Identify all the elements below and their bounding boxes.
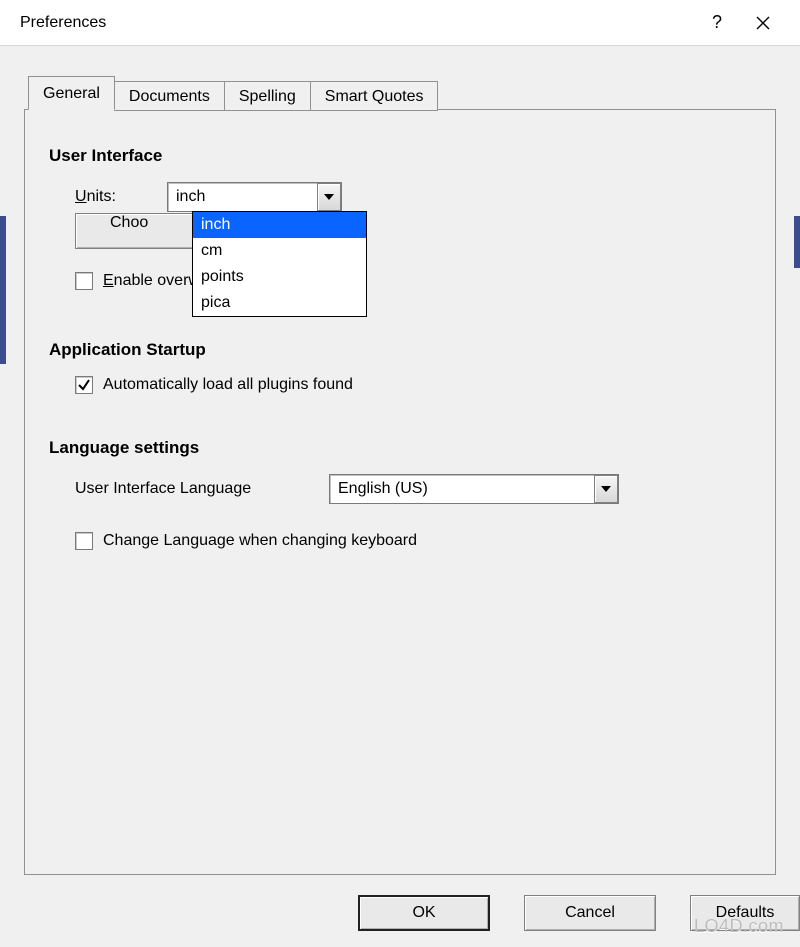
background-sliver-right bbox=[794, 216, 800, 268]
checkmark-icon bbox=[77, 378, 91, 392]
section-user-interface-header: User Interface bbox=[49, 146, 751, 166]
units-option-points[interactable]: points bbox=[193, 264, 366, 290]
chevron-down-icon bbox=[324, 194, 334, 200]
units-dropdown-list[interactable]: inch cm points pica bbox=[192, 211, 367, 317]
units-combobox-value: inch bbox=[168, 188, 317, 206]
close-icon bbox=[756, 16, 770, 30]
auto-load-plugins-checkbox[interactable] bbox=[75, 376, 93, 394]
units-combobox[interactable]: inch bbox=[167, 182, 342, 212]
tab-spelling[interactable]: Spelling bbox=[224, 81, 311, 111]
close-button[interactable] bbox=[740, 0, 786, 46]
ui-language-row: User Interface Language English (US) bbox=[75, 474, 751, 504]
units-row: Units: inch inch cm points pica bbox=[75, 182, 751, 212]
units-option-pica[interactable]: pica bbox=[193, 290, 366, 316]
units-option-inch[interactable]: inch bbox=[193, 212, 366, 238]
tab-general[interactable]: General bbox=[28, 76, 115, 110]
choose-button-label: Choo bbox=[110, 214, 148, 231]
auto-load-plugins-row[interactable]: Automatically load all plugins found bbox=[75, 376, 751, 394]
change-language-label: Change Language when changing keyboard bbox=[103, 532, 417, 550]
tab-smart-quotes[interactable]: Smart Quotes bbox=[310, 81, 439, 111]
titlebar: Preferences ? bbox=[0, 0, 800, 46]
watermark: LO4D.com bbox=[694, 916, 784, 937]
section-startup-header: Application Startup bbox=[49, 340, 751, 360]
enable-overwrite-row[interactable]: Enable overwrite mode toggle bbox=[75, 272, 751, 290]
change-language-row[interactable]: Change Language when changing keyboard bbox=[75, 532, 751, 550]
units-label: Units: bbox=[75, 188, 167, 206]
background-sliver-left bbox=[0, 216, 6, 364]
chevron-down-icon bbox=[601, 486, 611, 492]
tab-panel-general: User Interface Units: inch inch cm bbox=[24, 109, 776, 875]
ui-language-combobox-value: English (US) bbox=[330, 480, 594, 498]
dialog-button-bar: OK Cancel Defaults bbox=[0, 887, 800, 947]
client-area: General Documents Spelling Smart Quotes … bbox=[0, 46, 800, 947]
ui-language-combobox-button[interactable] bbox=[594, 475, 618, 503]
enable-overwrite-checkbox[interactable] bbox=[75, 272, 93, 290]
ui-language-combobox[interactable]: English (US) bbox=[329, 474, 619, 504]
ui-language-label: User Interface Language bbox=[75, 480, 329, 498]
units-option-cm[interactable]: cm bbox=[193, 238, 366, 264]
tab-documents[interactable]: Documents bbox=[114, 81, 225, 111]
cancel-button[interactable]: Cancel bbox=[524, 895, 656, 931]
window-title: Preferences bbox=[20, 14, 694, 32]
help-button[interactable]: ? bbox=[694, 0, 740, 46]
auto-load-plugins-label: Automatically load all plugins found bbox=[103, 376, 353, 394]
preferences-dialog: Preferences ? General Documents Spelling… bbox=[0, 0, 800, 947]
section-language-header: Language settings bbox=[49, 438, 751, 458]
change-language-checkbox[interactable] bbox=[75, 532, 93, 550]
ok-button[interactable]: OK bbox=[358, 895, 490, 931]
units-combobox-button[interactable] bbox=[317, 183, 341, 211]
tab-strip: General Documents Spelling Smart Quotes bbox=[28, 76, 437, 110]
